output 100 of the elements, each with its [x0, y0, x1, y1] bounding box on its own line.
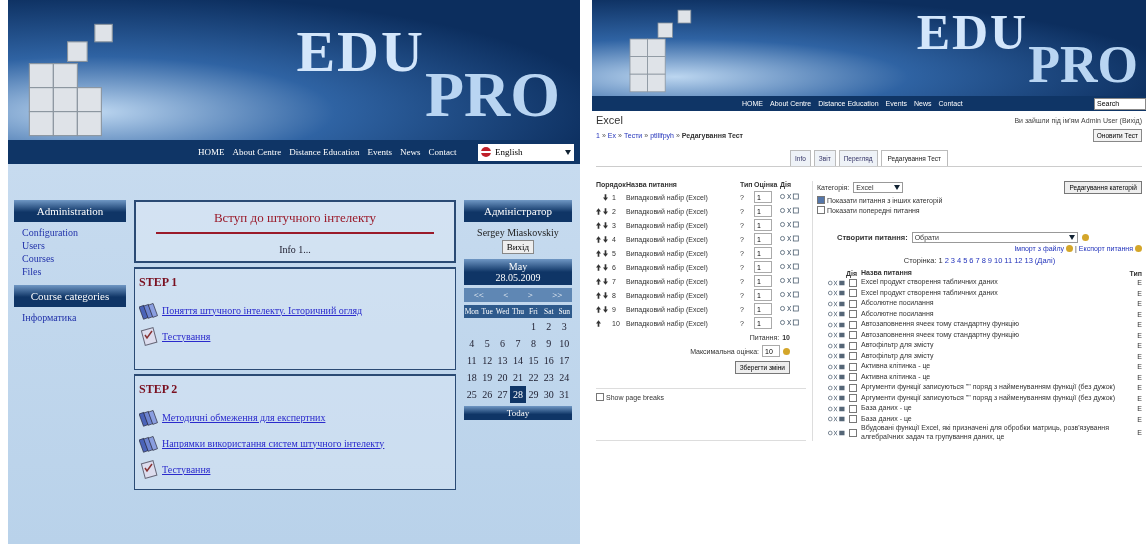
action-icons[interactable]	[780, 291, 800, 298]
calendar-nav-link[interactable]: <	[503, 290, 509, 300]
checkbox[interactable]	[849, 404, 857, 413]
sidebar-link[interactable]: Configuration	[22, 227, 118, 238]
up-arrow-icon[interactable]	[596, 207, 601, 215]
action-icons[interactable]	[827, 384, 847, 391]
checkbox[interactable]	[849, 362, 857, 371]
action-icons[interactable]	[827, 405, 847, 412]
action-icons[interactable]	[827, 353, 847, 360]
checkbox[interactable]	[849, 428, 857, 437]
calendar-day[interactable]: 12	[479, 352, 495, 369]
down-arrow-icon[interactable]	[603, 207, 608, 215]
calendar-day[interactable]: 6	[494, 335, 511, 352]
up-arrow-icon[interactable]	[596, 305, 601, 313]
calendar-day[interactable]: 5	[479, 335, 495, 352]
calendar-day[interactable]: 9	[541, 335, 557, 352]
language-select[interactable]: English	[478, 143, 574, 161]
calendar-day[interactable]: 3	[556, 318, 572, 335]
nav-link[interactable]: HOME	[198, 147, 225, 157]
action-icons[interactable]	[780, 305, 800, 312]
checkbox[interactable]	[849, 373, 857, 382]
logout-button[interactable]: Вихід	[501, 240, 535, 254]
activity-link[interactable]: Методичні обмеження для експертних	[162, 411, 326, 423]
checkbox[interactable]	[849, 352, 857, 361]
calendar-day[interactable]: 23	[541, 369, 557, 386]
down-arrow-icon[interactable]	[603, 277, 608, 285]
action-icons[interactable]	[827, 342, 847, 349]
action-icons[interactable]	[827, 332, 847, 339]
nav-link[interactable]: Contact	[428, 147, 457, 157]
up-arrow-icon[interactable]	[596, 277, 601, 285]
calendar-day[interactable]: 2	[541, 318, 557, 335]
down-arrow-icon[interactable]	[603, 221, 608, 229]
checkbox[interactable]	[596, 393, 604, 401]
action-icons[interactable]	[780, 193, 800, 200]
checkbox[interactable]	[849, 394, 857, 403]
checkbox[interactable]	[849, 415, 857, 424]
calendar-day[interactable]: 16	[541, 352, 557, 369]
checkbox[interactable]	[849, 320, 857, 329]
calendar-day[interactable]: 17	[556, 352, 572, 369]
checkbox[interactable]	[849, 278, 857, 287]
action-icons[interactable]	[780, 277, 800, 284]
action-icons[interactable]	[827, 290, 847, 297]
calendar-day[interactable]: 22	[525, 369, 542, 386]
calendar-day[interactable]: 30	[541, 386, 557, 403]
action-icons[interactable]	[827, 279, 847, 286]
nav-link[interactable]: Events	[367, 147, 392, 157]
action-icons[interactable]	[827, 321, 847, 328]
action-icons[interactable]	[827, 416, 847, 423]
action-icons[interactable]	[827, 311, 847, 318]
checkbox[interactable]	[849, 299, 857, 308]
nav-link[interactable]: About Centre	[232, 147, 282, 157]
calendar-day[interactable]: 13	[494, 352, 511, 369]
sidebar-link[interactable]: Courses	[22, 253, 118, 264]
up-arrow-icon[interactable]	[596, 249, 601, 257]
up-arrow-icon[interactable]	[596, 319, 601, 327]
calendar-day[interactable]: 7	[510, 335, 526, 352]
action-icons[interactable]	[827, 363, 847, 370]
calendar-day[interactable]: 19	[479, 369, 495, 386]
activity-link[interactable]: Напрямки використання систем штучного інтелекту	[162, 437, 385, 449]
checkbox[interactable]	[849, 289, 857, 298]
calendar-day[interactable]: 1	[525, 318, 542, 335]
calendar-day[interactable]: 31	[556, 386, 572, 403]
calendar-day[interactable]: 27	[494, 386, 511, 403]
calendar-day[interactable]: 28	[510, 386, 526, 403]
sidebar-link[interactable]: Users	[22, 240, 118, 251]
category-link[interactable]: Інформатика	[22, 312, 118, 323]
checkbox[interactable]	[849, 310, 857, 319]
today-bar[interactable]: Today	[464, 406, 572, 420]
action-icons[interactable]	[827, 395, 847, 402]
up-arrow-icon[interactable]	[596, 221, 601, 229]
checkbox[interactable]	[817, 196, 825, 204]
checkbox[interactable]	[849, 383, 857, 392]
nav-link[interactable]: News	[400, 147, 421, 157]
down-arrow-icon[interactable]	[603, 249, 608, 257]
calendar-day[interactable]: 10	[556, 335, 572, 352]
calendar-nav-link[interactable]: >	[527, 290, 533, 300]
calendar-day[interactable]: 26	[479, 386, 495, 403]
calendar-nav-link[interactable]: >>	[552, 290, 563, 300]
action-icons[interactable]	[780, 263, 800, 270]
calendar-nav-link[interactable]: <<	[473, 290, 484, 300]
calendar-day[interactable]: 24	[556, 369, 572, 386]
activity-link[interactable]: Поняття штучного інтелекту. Історичний огляд	[162, 304, 363, 316]
action-icons[interactable]	[780, 207, 800, 214]
down-arrow-icon[interactable]	[603, 263, 608, 271]
calendar-day[interactable]: 11	[464, 352, 480, 369]
up-arrow-icon[interactable]	[596, 235, 601, 243]
checkbox[interactable]	[849, 331, 857, 340]
calendar-day[interactable]: 21	[510, 369, 526, 386]
checkbox[interactable]	[849, 341, 857, 350]
action-icons[interactable]	[780, 221, 800, 228]
calendar-day[interactable]: 14	[510, 352, 526, 369]
down-arrow-icon[interactable]	[603, 291, 608, 299]
calendar-day[interactable]: 29	[525, 386, 542, 403]
calendar-day[interactable]: 25	[464, 386, 480, 403]
calendar-day[interactable]: 18	[464, 369, 480, 386]
checkbox[interactable]	[817, 206, 825, 214]
action-icons[interactable]	[827, 429, 847, 436]
action-icons[interactable]	[827, 300, 847, 307]
calendar-day[interactable]: 4	[464, 335, 480, 352]
calendar-day[interactable]: 20	[494, 369, 511, 386]
